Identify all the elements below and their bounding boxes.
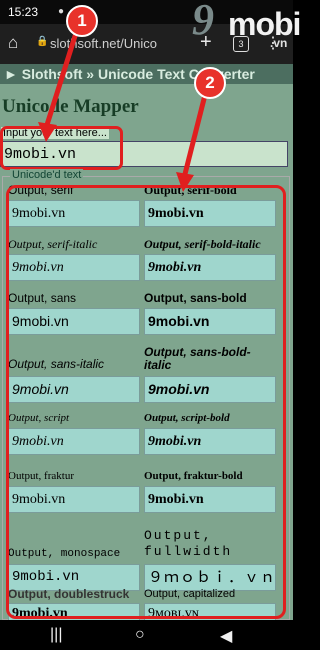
home-button-icon[interactable]: ○ [135, 626, 145, 644]
watermark-logo: 9 mobi .vn [190, 0, 301, 50]
logo-word: mobi [228, 6, 301, 42]
android-nav-bar: ||| ○ ◀ [0, 620, 293, 650]
highlight-box-outputs [6, 185, 286, 619]
highlight-box-input [0, 126, 123, 170]
url-field[interactable]: slothsoft.net/Unico [50, 36, 190, 51]
step-badge-1: 1 [66, 5, 98, 37]
breadcrumb[interactable]: ► Slothsoft » Unicode Text Converter [0, 64, 293, 84]
web-page: ► Slothsoft » Unicode Text Converter Uni… [0, 64, 293, 620]
page-title: Unicode Mapper [2, 96, 139, 117]
lock-icon[interactable]: 🔒 [36, 36, 48, 47]
output-legend: Unicode'd text [10, 169, 84, 181]
home-icon[interactable]: ⌂ [8, 33, 18, 53]
logo-nine: 9 [192, 0, 214, 44]
recents-icon[interactable]: ||| [50, 626, 62, 644]
status-time: 15:23 [8, 5, 39, 19]
logo-suffix: .vn [270, 36, 288, 50]
step-badge-2: 2 [194, 67, 226, 99]
back-icon[interactable]: ◀ [220, 626, 232, 646]
